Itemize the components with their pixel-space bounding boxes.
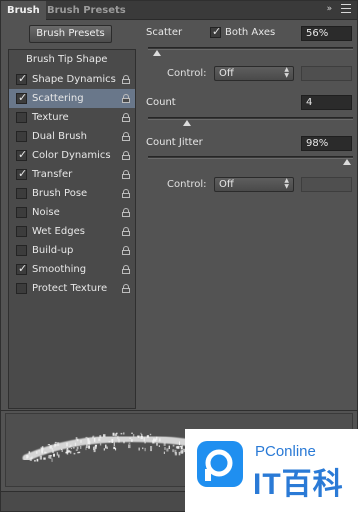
brush-option-row[interactable]: Texture [9,108,135,127]
brush-option-row[interactable]: Noise [9,203,135,222]
menu-icon[interactable] [341,4,351,13]
brush-option-label: Smoothing [32,264,87,275]
count-slider-thumb[interactable] [183,120,191,126]
brush-option-checkbox[interactable]: ✓ [16,167,28,180]
lock-icon[interactable] [122,75,130,84]
count-jitter-control-value: Off [219,179,234,190]
lock-icon[interactable] [122,170,130,179]
count-jitter-control-extra-field [301,177,352,192]
scatter-value-input[interactable]: 56% [301,26,352,41]
brush-option-label: Transfer [32,169,73,180]
lock-icon[interactable] [122,132,130,141]
brush-options-list: Brush Tip Shape ✓ Shape Dynamics ✓ Scatteri… [8,49,136,409]
count-value-input[interactable]: 4 [301,95,352,110]
brush-option-label: Wet Edges [32,226,85,237]
lock-icon[interactable] [122,208,130,217]
select-arrows-icon: ▲ ▼ [284,66,289,79]
brush-option-label: Protect Texture [32,283,108,294]
brush-option-row[interactable]: Wet Edges [9,222,135,241]
brush-option-row[interactable]: Dual Brush [9,127,135,146]
tab-brush[interactable]: Brush [1,1,46,20]
brush-option-label: Build-up [32,245,74,256]
brush-option-row[interactable]: Protect Texture [9,279,135,298]
brush-option-checkbox[interactable]: ✓ [16,91,28,104]
count-jitter-label: Count Jitter [146,137,203,148]
scatter-control-select[interactable]: Off ▲ ▼ [214,66,294,81]
scatter-control-label: Control: [167,68,207,79]
brush-option-checkbox[interactable]: ✓ [16,262,28,275]
checkmark-icon: ✓ [18,72,28,85]
collapse-icon[interactable]: » [327,4,334,14]
lock-icon[interactable] [122,265,130,274]
scatter-slider-thumb[interactable] [153,50,161,56]
brush-option-row[interactable]: ✓ Color Dynamics [9,146,135,165]
count-jitter-slider-track[interactable] [148,156,353,159]
brush-option-checkbox[interactable] [16,207,27,218]
lock-icon[interactable] [122,151,130,160]
count-jitter-slider-thumb[interactable] [343,159,351,165]
brush-option-label: Noise [32,207,60,218]
brush-option-checkbox[interactable]: ✓ [16,148,28,161]
brush-option-label: Texture [32,112,69,123]
checkmark-icon: ✓ [18,262,28,275]
count-jitter-control-select[interactable]: Off ▲ ▼ [214,177,294,192]
checkmark-icon: ✓ [18,167,28,180]
both-axes-label: Both Axes [225,27,276,38]
lock-icon[interactable] [122,227,130,236]
brush-option-checkbox[interactable]: ✓ [16,72,28,85]
pconline-watermark: PConline IT百科 [185,429,358,512]
count-label: Count [146,97,176,108]
count-slider-track[interactable] [148,117,353,120]
brush-option-checkbox[interactable] [16,131,27,142]
brush-option-row[interactable]: Brush Pose [9,184,135,203]
scatter-label: Scatter [146,27,183,38]
scatter-control-value: Off [219,68,234,79]
lock-icon[interactable] [122,113,130,122]
brush-option-label: Color Dynamics [32,150,111,161]
scatter-slider-track[interactable] [148,47,353,50]
brush-option-checkbox[interactable] [16,188,27,199]
checkmark-icon: ✓ [18,148,28,161]
checkmark-icon: ✓ [18,91,28,104]
count-jitter-value-input[interactable]: 98% [301,136,352,151]
brush-option-row[interactable]: ✓ Smoothing [9,260,135,279]
brush-option-label: Brush Pose [32,188,88,199]
brush-option-row[interactable]: ✓ Shape Dynamics [9,70,135,89]
brush-option-row[interactable]: Build-up [9,241,135,260]
brush-panel: Brush Brush Presets » Brush Presets Brus… [0,0,358,512]
brush-option-checkbox[interactable] [16,245,27,256]
watermark-text-pconline: PConline [255,443,316,460]
brush-option-checkbox[interactable] [16,226,27,237]
count-jitter-control-label: Control: [167,179,207,190]
brush-option-checkbox[interactable] [16,112,27,123]
preview-separator [1,410,357,411]
brush-option-row[interactable]: ✓ Transfer [9,165,135,184]
both-axes-checkbox[interactable]: ✓ [210,25,222,38]
tab-brush-presets[interactable]: Brush Presets [41,1,132,20]
brush-option-label: Dual Brush [32,131,87,142]
select-arrows-icon: ▲ ▼ [284,177,289,190]
panel-header-icons: » [327,4,351,14]
brush-option-checkbox[interactable] [16,283,27,294]
checkmark-icon: ✓ [212,25,222,38]
brush-tip-shape-item[interactable]: Brush Tip Shape [9,50,135,70]
pconline-logo-icon [197,441,243,487]
brush-option-label: Scattering [32,93,84,104]
brush-option-row[interactable]: ✓ Scattering [9,89,135,108]
watermark-text-it-baike: IT百科 [253,468,344,501]
brush-presets-button[interactable]: Brush Presets [29,25,112,43]
brush-option-label: Shape Dynamics [32,74,116,85]
lock-icon[interactable] [122,246,130,255]
lock-icon[interactable] [122,189,130,198]
scatter-control-extra-field [301,66,352,81]
lock-icon[interactable] [122,284,130,293]
panel-tab-bar: Brush Brush Presets » [1,1,357,20]
lock-icon[interactable] [122,94,130,103]
